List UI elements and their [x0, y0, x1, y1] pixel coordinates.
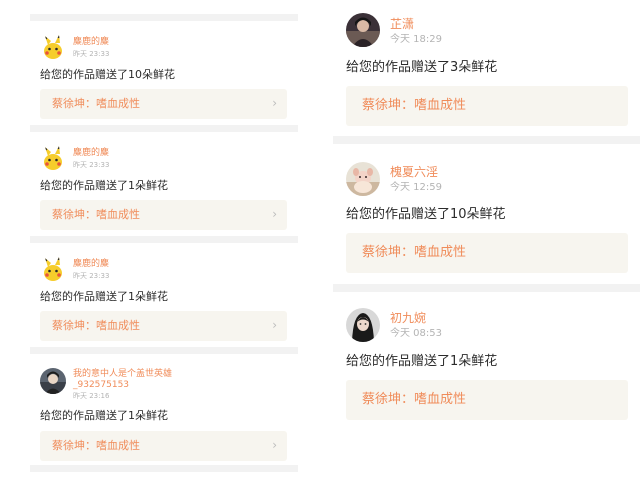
- person-avatar-icon[interactable]: [40, 368, 66, 394]
- username[interactable]: 芷潇: [390, 17, 414, 32]
- username[interactable]: 麋鹿的麋: [73, 259, 109, 270]
- right-notification-feed: 芷潇 今天 18:29 给您的作品赠送了3朵鲜花 蔡徐坤：嗜血成性 槐夏六淫 今…: [333, 0, 640, 486]
- photo-avatar-icon[interactable]: [346, 308, 380, 342]
- notification-card[interactable]: 麋鹿的麋 昨天 23:33 给您的作品赠送了1朵鲜花 蔡徐坤：嗜血成性 ›: [30, 132, 298, 236]
- notification-card[interactable]: 槐夏六淫 今天 12:59 给您的作品赠送了10朵鲜花 蔡徐坤：嗜血成性: [333, 144, 640, 284]
- timestamp: 昨天 23:33: [73, 161, 110, 169]
- chevron-right-icon: ›: [272, 438, 277, 452]
- gift-message: 给您的作品赠送了1朵鲜花: [40, 409, 168, 422]
- gift-message: 给您的作品赠送了3朵鲜花: [346, 60, 498, 75]
- notification-card[interactable]: 我的意中人是个盖世英雄 _932575153 昨天 23:16 给您的作品赠送了…: [30, 354, 298, 465]
- work-title: 蔡徐坤：嗜血成性: [52, 97, 140, 110]
- timestamp: 今天 12:59: [390, 182, 442, 193]
- gift-message: 给您的作品赠送了1朵鲜花: [346, 354, 498, 369]
- work-title: 蔡徐坤：嗜血成性: [362, 392, 467, 407]
- photo-avatar-icon[interactable]: [346, 162, 380, 196]
- chevron-right-icon: ›: [272, 96, 277, 110]
- notification-card[interactable]: 麋鹿的麋 昨天 23:33 给您的作品赠送了10朵鲜花 蔡徐坤：嗜血成性 ›: [30, 21, 298, 125]
- feed-separator: [333, 136, 640, 144]
- timestamp: 今天 08:53: [390, 328, 442, 339]
- work-title: 蔡徐坤：嗜血成性: [362, 98, 467, 113]
- work-link[interactable]: 蔡徐坤：嗜血成性 ›: [40, 431, 287, 461]
- gift-message: 给您的作品赠送了1朵鲜花: [40, 290, 168, 303]
- timestamp: 昨天 23:33: [73, 272, 110, 280]
- left-notification-feed: 麋鹿的麋 昨天 23:33 给您的作品赠送了10朵鲜花 蔡徐坤：嗜血成性 › 麋…: [30, 0, 298, 486]
- feed-separator: [30, 236, 298, 243]
- work-link[interactable]: 蔡徐坤：嗜血成性: [346, 380, 628, 420]
- feed-separator: [30, 347, 298, 354]
- work-link[interactable]: 蔡徐坤：嗜血成性 ›: [40, 89, 287, 119]
- timestamp: 昨天 23:33: [73, 50, 110, 58]
- pikachu-avatar-icon[interactable]: [40, 145, 66, 171]
- photo-avatar-icon[interactable]: [346, 13, 380, 47]
- gift-message: 给您的作品赠送了1朵鲜花: [40, 179, 168, 192]
- work-link[interactable]: 蔡徐坤：嗜血成性 ›: [40, 311, 287, 341]
- username[interactable]: 麋鹿的麋: [73, 37, 109, 48]
- work-title: 蔡徐坤：嗜血成性: [52, 208, 140, 221]
- work-link[interactable]: 蔡徐坤：嗜血成性: [346, 86, 628, 126]
- work-link[interactable]: 蔡徐坤：嗜血成性 ›: [40, 200, 287, 230]
- feed-separator: [30, 125, 298, 132]
- username-continued[interactable]: _932575153: [73, 380, 129, 391]
- notification-card[interactable]: 初九婉 今天 08:53 给您的作品赠送了1朵鲜花 蔡徐坤：嗜血成性: [333, 292, 640, 432]
- gift-message: 给您的作品赠送了10朵鲜花: [346, 207, 506, 222]
- notification-card[interactable]: 芷潇 今天 18:29 给您的作品赠送了3朵鲜花 蔡徐坤：嗜血成性: [333, 0, 640, 136]
- pikachu-avatar-icon[interactable]: [40, 34, 66, 60]
- feed-separator: [333, 284, 640, 292]
- pikachu-avatar-icon[interactable]: [40, 256, 66, 282]
- timestamp: 今天 18:29: [390, 34, 442, 45]
- feed-separator: [30, 465, 298, 472]
- gift-message: 给您的作品赠送了10朵鲜花: [40, 68, 175, 81]
- username[interactable]: 麋鹿的麋: [73, 148, 109, 159]
- chevron-right-icon: ›: [272, 207, 277, 221]
- feed-separator: [30, 14, 298, 21]
- work-title: 蔡徐坤：嗜血成性: [362, 245, 467, 260]
- username[interactable]: 我的意中人是个盖世英雄: [73, 369, 172, 380]
- username[interactable]: 槐夏六淫: [390, 165, 438, 180]
- work-title: 蔡徐坤：嗜血成性: [52, 439, 140, 452]
- work-link[interactable]: 蔡徐坤：嗜血成性: [346, 233, 628, 273]
- timestamp: 昨天 23:16: [73, 392, 110, 400]
- notification-card[interactable]: 麋鹿的麋 昨天 23:33 给您的作品赠送了1朵鲜花 蔡徐坤：嗜血成性 ›: [30, 243, 298, 347]
- chevron-right-icon: ›: [272, 318, 277, 332]
- username[interactable]: 初九婉: [390, 311, 426, 326]
- work-title: 蔡徐坤：嗜血成性: [52, 319, 140, 332]
